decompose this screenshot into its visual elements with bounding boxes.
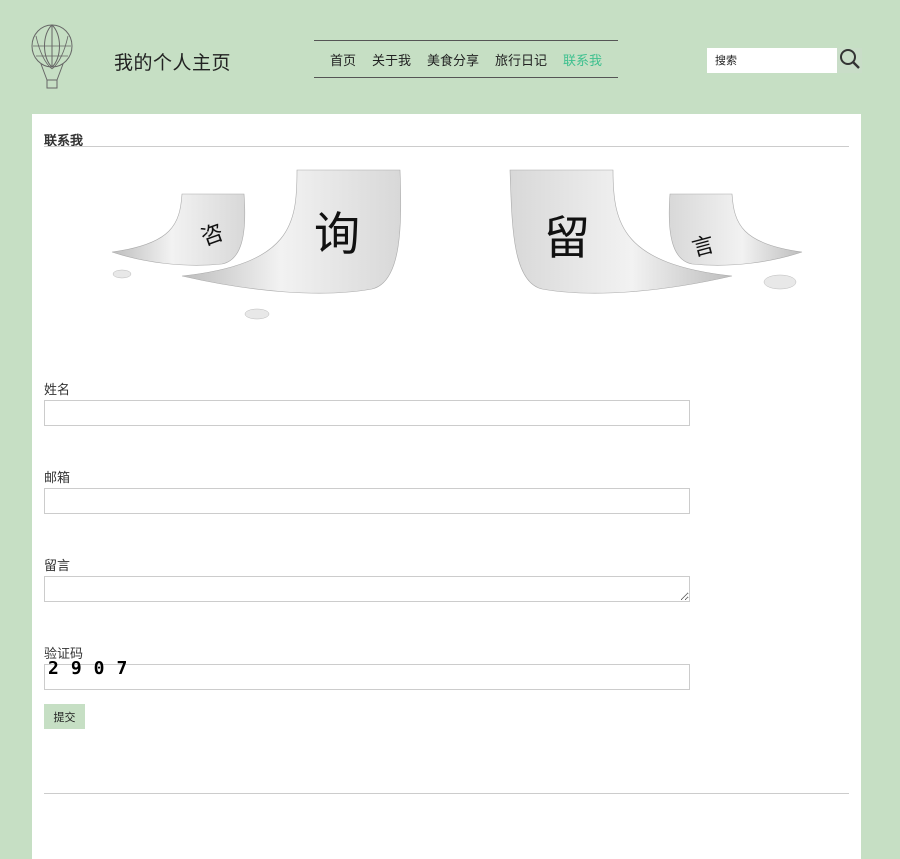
banner-char-3: 留 (544, 211, 590, 265)
search-input[interactable] (707, 48, 837, 73)
submit-button[interactable]: 提交 (44, 704, 85, 729)
hot-air-balloon-logo[interactable] (30, 24, 76, 92)
message-label: 留言 (44, 559, 71, 574)
consult-message-banner: 咨 询 留 言 (102, 164, 812, 334)
name-input[interactable] (44, 400, 690, 426)
captcha-image[interactable]: 2907 (48, 658, 139, 679)
captcha-input[interactable] (44, 664, 690, 690)
nav-food[interactable]: 美食分享 (419, 50, 487, 69)
main-nav: 首页 关于我 美食分享 旅行日记 联系我 (314, 40, 618, 78)
search-bar (707, 48, 862, 73)
nav-travel[interactable]: 旅行日记 (487, 50, 555, 69)
nav-contact[interactable]: 联系我 (555, 50, 610, 69)
search-icon (839, 48, 861, 73)
content-panel: 联系我 咨 询 留 言 姓名 邮箱 留言 验证码 2907 提交 (32, 114, 861, 859)
contact-form: 姓名 邮箱 留言 验证码 (44, 382, 704, 690)
message-textarea[interactable] (44, 576, 690, 602)
email-input[interactable] (44, 488, 690, 514)
name-label: 姓名 (44, 383, 71, 398)
site-title: 我的个人主页 (114, 52, 232, 74)
footer-divider (44, 793, 849, 794)
captcha-label: 验证码 (44, 647, 84, 662)
nav-about[interactable]: 关于我 (364, 50, 419, 69)
banner-char-2: 询 (314, 207, 360, 261)
search-button[interactable] (837, 48, 862, 73)
section-divider (44, 146, 849, 147)
email-label: 邮箱 (44, 471, 71, 486)
nav-home[interactable]: 首页 (322, 50, 364, 69)
